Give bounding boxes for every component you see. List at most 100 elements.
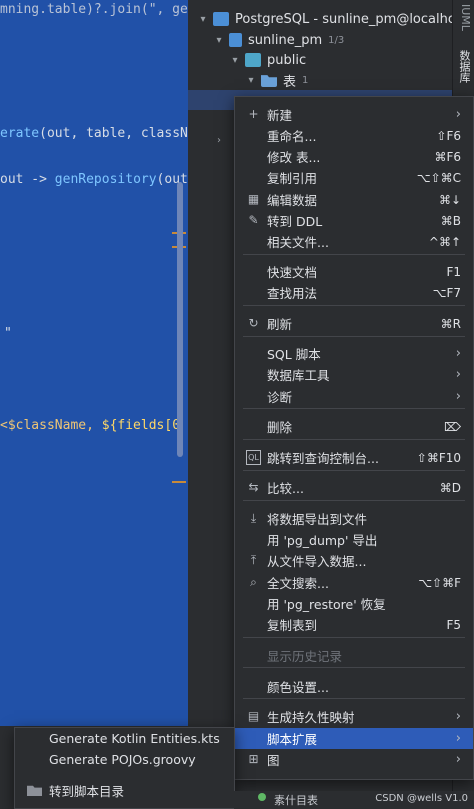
submenu-item-generate-kotlin[interactable]: Generate Kotlin Entities.kts — [15, 728, 234, 749]
status-text: 素什目表 — [274, 794, 318, 807]
menu-item-diagnostics[interactable]: 诊断 › — [235, 386, 473, 407]
menu-item-pg-dump-export[interactable]: 用 'pg_dump' 导出 — [235, 529, 473, 550]
menu-item-related-files[interactable]: 相关文件... ^⌘↑ — [235, 231, 473, 252]
menu-item-show-history[interactable]: 显示历史记录 — [235, 645, 473, 666]
schema-icon — [245, 53, 261, 67]
menu-separator — [243, 500, 465, 501]
menu-item-label: 诊断 — [267, 390, 293, 405]
tree-node-badge: 1/3 — [328, 34, 345, 46]
menu-separator — [243, 637, 465, 638]
menu-item-label: 查找用法 — [267, 286, 318, 301]
plantuml-tab[interactable]: IUML — [456, 4, 472, 31]
menu-item-import-data[interactable]: ⤒ 从文件导入数据... — [235, 550, 473, 571]
menu-item-refresh[interactable]: ↻ 刷新 ⌘R — [235, 313, 473, 334]
plus-icon: + — [248, 107, 259, 121]
chevron-down-icon[interactable]: ▾ — [228, 55, 242, 66]
submenu-item-generate-pojos[interactable]: Generate POJOs.groovy — [15, 749, 234, 770]
menu-item-shortcut: ⌘B — [440, 213, 461, 228]
menu-item-label: 重命名... — [267, 129, 317, 144]
menu-item-goto-query-console[interactable]: QL 跳转到查询控制台... ⇧⌘F10 — [235, 447, 473, 468]
menu-item-edit-data[interactable]: ▦ 编辑数据 ⌘↓ — [235, 189, 473, 210]
chevron-down-icon[interactable]: ▾ — [212, 35, 226, 46]
tree-node-database[interactable]: ▾ sunline_pm 1/3 — [212, 30, 344, 50]
submenu-item-label: Generate POJOs.groovy — [49, 752, 196, 767]
script-extension-submenu: Generate Kotlin Entities.kts Generate PO… — [14, 727, 235, 809]
submenu-item-goto-scripts-dir[interactable]: 转到脚本目录 — [15, 780, 234, 801]
search-icon: ⌕ — [250, 575, 257, 589]
tree-node-connection[interactable]: ▾ PostgreSQL - sunline_pm@localho — [196, 9, 455, 29]
menu-item-label: 用 'pg_dump' 导出 — [267, 533, 378, 548]
menu-item-shortcut: ⌥F7 — [432, 285, 461, 300]
tree-node-collapsed[interactable]: › — [212, 130, 226, 150]
export-icon: ⤓ — [250, 511, 257, 525]
menu-item-modify-table[interactable]: 修改 表... ⌘F6 — [235, 146, 473, 167]
menu-item-full-text-search[interactable]: ⌕ 全文搜索... ⌥⇧⌘F — [235, 572, 473, 593]
folder-icon — [261, 75, 277, 87]
code-editor[interactable]: mning.table)?.join(", gen erate(out, tab… — [0, 0, 188, 809]
menu-item-compare[interactable]: ⇆ 比较... ⌘D — [235, 477, 473, 498]
chevron-right-icon[interactable]: › — [212, 135, 226, 146]
menu-item-goto-ddl[interactable]: ✎ 转到 DDL ⌘B — [235, 210, 473, 231]
menu-item-shortcut: ⇧F6 — [436, 128, 461, 143]
code-line: " — [4, 326, 12, 341]
postgresql-icon — [213, 12, 229, 26]
menu-item-label: 全文搜索... — [267, 576, 329, 591]
menu-item-script-extensions[interactable]: 脚本扩展 › — [235, 728, 473, 749]
compare-icon: ⇆ — [248, 480, 259, 494]
database-icon — [229, 33, 242, 47]
menu-separator — [243, 305, 465, 306]
code-line: erate(out, table, classN — [0, 126, 188, 141]
menu-item-shortcut: ⇧⌘F10 — [416, 450, 461, 465]
editor-scrollbar[interactable] — [177, 182, 183, 457]
menu-item-new[interactable]: + 新建 › — [235, 104, 473, 125]
menu-item-generate-persistence-mapping[interactable]: ▤ 生成持久性映射 › — [235, 706, 473, 727]
menu-item-sql-scripts[interactable]: SQL 脚本 › — [235, 343, 473, 364]
menu-item-label: 用 'pg_restore' 恢复 — [267, 597, 386, 612]
menu-item-label: 编辑数据 — [267, 193, 318, 208]
menu-item-label: 图 — [267, 753, 280, 768]
menu-item-label: 修改 表... — [267, 150, 321, 165]
menu-item-label: 删除 — [267, 420, 293, 435]
chevron-right-icon: › — [455, 367, 461, 382]
tree-node-tables[interactable]: ▾ 表 1 — [244, 70, 308, 90]
code-line: <$className, ${fields[0 — [0, 418, 181, 433]
refresh-icon: ↻ — [248, 316, 259, 330]
tree-node-label: public — [267, 52, 307, 68]
menu-item-database-tools[interactable]: 数据库工具 › — [235, 364, 473, 385]
menu-item-export-data[interactable]: ⤓ 将数据导出到文件 — [235, 508, 473, 529]
menu-item-delete[interactable]: 删除 ⌦ — [235, 416, 473, 437]
menu-item-shortcut: ⌥⇧⌘F — [418, 575, 461, 590]
menu-separator — [243, 336, 465, 337]
menu-separator — [243, 254, 465, 255]
pencil-icon: ✎ — [248, 213, 259, 227]
menu-item-shortcut: ⌘↓ — [438, 192, 461, 207]
menu-item-label: 转到 DDL — [267, 214, 323, 229]
menu-item-shortcut: ⌘F6 — [434, 149, 461, 164]
database-tool-tab[interactable]: 数据库 — [456, 50, 472, 83]
submenu-item-label: 转到脚本目录 — [49, 784, 125, 799]
diagram-icon: ⊞ — [248, 752, 259, 766]
folder-icon — [27, 785, 42, 796]
menu-item-label: 从文件导入数据... — [267, 554, 367, 569]
menu-item-rename[interactable]: 重命名... ⇧F6 — [235, 125, 473, 146]
chevron-down-icon[interactable]: ▾ — [196, 14, 210, 25]
menu-item-copy-reference[interactable]: 复制引用 ⌥⇧⌘C — [235, 167, 473, 188]
menu-item-pg-restore[interactable]: 用 'pg_restore' 恢复 — [235, 593, 473, 614]
chevron-down-icon[interactable]: ▾ — [244, 75, 258, 86]
code-line: out -> genRepository(out — [0, 172, 188, 187]
gutter-marker — [172, 481, 186, 483]
persistence-icon: ▤ — [247, 709, 260, 723]
menu-item-quick-doc[interactable]: 快速文档 F1 — [235, 261, 473, 282]
menu-item-diagram[interactable]: ⊞ 图 › — [235, 749, 473, 770]
menu-item-copy-table-to[interactable]: 复制表到 F5 — [235, 614, 473, 635]
menu-item-color-settings[interactable]: 颜色设置... — [235, 676, 473, 697]
submenu-item-label: Generate Kotlin Entities.kts — [49, 731, 220, 746]
menu-item-label: 复制引用 — [267, 171, 318, 186]
tree-node-label: 表 — [283, 74, 297, 90]
menu-item-shortcut: ⌘D — [439, 480, 461, 495]
code-line: mning.table)?.join(", gen — [0, 2, 188, 17]
tree-node-schema[interactable]: ▾ public — [228, 50, 306, 70]
menu-item-label: 显示历史记录 — [267, 649, 343, 664]
menu-item-find-usages[interactable]: 查找用法 ⌥F7 — [235, 282, 473, 303]
chevron-right-icon: › — [455, 346, 461, 361]
